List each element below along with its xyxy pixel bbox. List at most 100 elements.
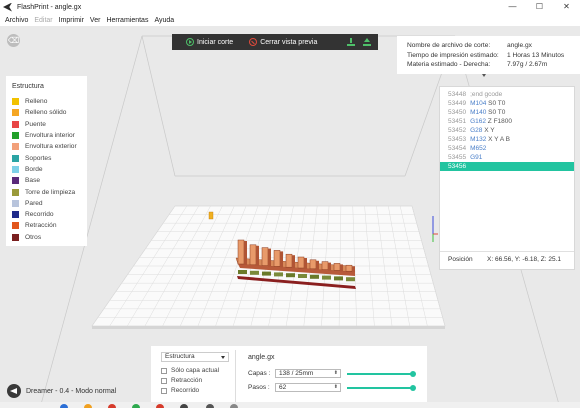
layer-control-panel: Estructura Sólo capa actual Retracción R… — [151, 346, 427, 408]
gcode-line[interactable]: 53455 G91 — [440, 153, 574, 162]
view-mode-select[interactable]: Estructura — [161, 352, 229, 362]
menu-ver[interactable]: Ver — [87, 17, 104, 24]
axis-gizmo — [432, 216, 438, 242]
close-window-button[interactable]: ✕ — [553, 0, 580, 14]
spin-arrows-icon[interactable]: ⬍ — [334, 370, 338, 377]
legend-label: Envoltura exterior — [25, 143, 77, 151]
travel-checkbox[interactable]: Recorrido — [161, 387, 199, 394]
legend-swatch — [12, 120, 19, 128]
gcode-line-number: 53452 — [448, 127, 467, 134]
legend-item: Torre de limpieza — [12, 186, 87, 197]
gcode-line-number: 53448 — [448, 91, 467, 98]
steps-spinbox[interactable]: 62 ⬍ — [275, 383, 341, 392]
window-controls: — ☐ ✕ — [499, 0, 580, 14]
legend-item: Pared — [12, 198, 87, 209]
gcode-line[interactable]: 53448 ;end gcode — [440, 90, 574, 99]
taskbar-app-icon[interactable] — [60, 404, 68, 408]
gcode-args: S0 T0 — [488, 100, 506, 107]
taskbar-app-icon[interactable] — [230, 404, 238, 408]
legend-swatch — [12, 199, 19, 207]
send-to-printer-icon[interactable] — [363, 38, 371, 46]
model-block — [285, 253, 295, 278]
model-block — [273, 250, 283, 277]
current-layer-checkbox[interactable]: Sólo capa actual — [161, 367, 219, 374]
gcode-line[interactable]: 53450 M140 S0 T0 — [440, 108, 574, 117]
taskbar-app-icon[interactable] — [132, 404, 140, 408]
menu-ayuda[interactable]: Ayuda — [151, 17, 177, 24]
taskbar-app-icon[interactable] — [206, 404, 214, 408]
gcode-panel[interactable]: 53448 ;end gcode 53449 M104 S0 T0 53450 M140 … — [439, 86, 575, 270]
window-title: FlashPrint - angle.gx — [17, 3, 82, 11]
taskbar-app-icon[interactable] — [84, 404, 92, 408]
close-preview-button[interactable]: Cerrar vista previa — [249, 38, 317, 46]
chevron-down-icon — [221, 356, 225, 359]
legend-item: Recorrido — [12, 209, 87, 220]
legend-swatch — [12, 109, 19, 117]
status-bar: Dreamer - 0.4 - Modo normal — [0, 383, 116, 399]
gcode-line-number: 53450 — [448, 109, 467, 116]
checkbox-box[interactable] — [161, 387, 167, 394]
divider — [235, 350, 236, 404]
taskbar-app-icon[interactable] — [108, 404, 116, 408]
layers-spinbox[interactable]: 138 / 25mm ⬍ — [275, 369, 341, 378]
legend-label: Recorrido — [25, 211, 54, 219]
menu-imprimir[interactable]: Imprimir — [56, 17, 87, 24]
steps-slider-handle[interactable] — [410, 384, 416, 391]
legend-swatch — [12, 177, 19, 185]
menu-herramientas[interactable]: Herramientas — [103, 17, 151, 24]
steps-slider[interactable] — [347, 384, 416, 391]
retraction-checkbox[interactable]: Retracción — [161, 377, 202, 384]
play-circle-icon — [186, 38, 194, 46]
trash-icon[interactable]: ⌫ — [7, 34, 20, 47]
gcode-args: X Y — [484, 127, 495, 134]
gcode-command: M652 — [470, 145, 487, 152]
layers-slider-handle[interactable] — [410, 370, 416, 377]
menu-archivo[interactable]: Archivo — [2, 17, 31, 24]
file-name-value: angle.gx — [507, 42, 532, 49]
gcode-line[interactable]: 53449 M104 S0 T0 — [440, 99, 574, 108]
gcode-line-number: 53453 — [448, 136, 467, 143]
build-plate-edge — [92, 326, 445, 329]
legend-item: Soportes — [12, 152, 87, 163]
machine-status: Dreamer - 0.4 - Modo normal — [26, 387, 117, 395]
gcode-command: M132 — [470, 136, 487, 143]
legend-label: Borde — [25, 165, 43, 173]
spin-arrows-icon[interactable]: ⬍ — [334, 384, 338, 391]
gcode-line[interactable]: 53453 M132 X Y A B — [440, 135, 574, 144]
gcode-args: S0 T0 — [488, 109, 506, 116]
legend-label: Retracción — [25, 222, 57, 230]
material-label: Materia estimado - Derecha: — [407, 61, 491, 68]
gcode-line[interactable]: 53451 G162 Z F1800 — [440, 117, 574, 126]
gcode-args: ;end gcode — [470, 91, 503, 98]
minimize-button[interactable]: — — [499, 0, 526, 14]
start-slice-button[interactable]: Iniciar corte — [186, 38, 233, 46]
legend-label: Torre de limpieza — [25, 188, 76, 196]
legend-swatch — [12, 188, 19, 196]
legend-title: Estructura — [12, 83, 44, 90]
maximize-button[interactable]: ☐ — [526, 0, 553, 14]
download-icon[interactable] — [347, 38, 355, 46]
gcode-line[interactable]: 53454 M652 — [440, 144, 574, 153]
position-label: Posición — [448, 256, 473, 263]
layers-slider[interactable] — [347, 370, 416, 377]
taskbar — [0, 402, 580, 408]
legend-swatch — [12, 165, 19, 173]
position-value: X: 66.56, Y: -6.18, Z: 25.1 — [487, 256, 561, 263]
gcode-line[interactable]: 53456 — [440, 162, 574, 171]
checkbox-box[interactable] — [161, 367, 167, 374]
file-name-label: Nombre de archivo de corte: — [407, 42, 491, 49]
cancel-circle-icon — [249, 38, 258, 46]
gcode-command: M104 — [470, 100, 487, 107]
gcode-line[interactable]: 53452 G28 X Y — [440, 126, 574, 135]
layer-file-name: angle.gx — [248, 354, 275, 361]
collapse-arrow-icon[interactable] — [482, 74, 486, 77]
menu-editar[interactable]: Editar — [31, 17, 55, 24]
taskbar-app-icon[interactable] — [156, 404, 164, 408]
preview-toolbar: Iniciar corte Cerrar vista previa — [172, 34, 378, 50]
gcode-command: M140 — [470, 109, 487, 116]
checkbox-box[interactable] — [161, 377, 167, 384]
legend-label: Relleno sólido — [25, 109, 67, 117]
position-readout: Posición X: 66.56, Y: -6.18, Z: 25.1 — [448, 256, 561, 263]
taskbar-app-icon[interactable] — [180, 404, 188, 408]
legend-item: Envoltura interior — [12, 130, 87, 141]
